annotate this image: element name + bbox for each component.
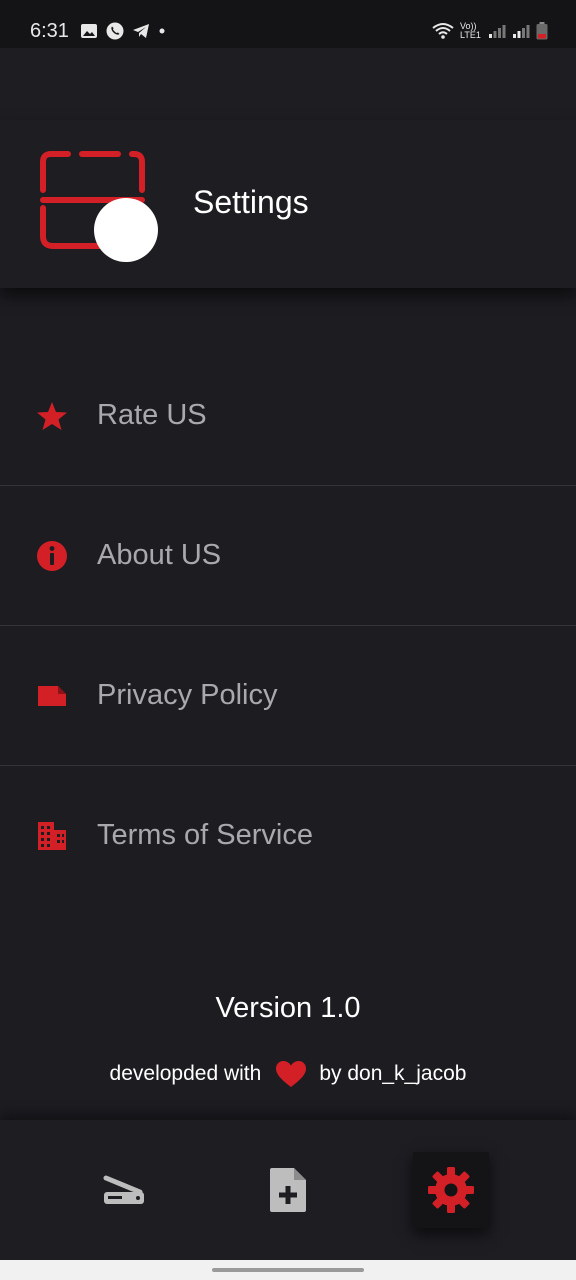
telegram-icon xyxy=(133,24,149,38)
scanner-icon xyxy=(103,1175,144,1204)
menu-item-privacy-policy[interactable]: Privacy Policy xyxy=(0,626,576,766)
credit-suffix: by don_k_jacob xyxy=(319,1062,467,1085)
bottom-navigation xyxy=(0,1120,576,1260)
gallery-icon xyxy=(81,24,97,38)
status-time: 6:31 xyxy=(30,20,69,42)
nav-add-document-button[interactable] xyxy=(250,1152,326,1228)
page-title: Settings xyxy=(193,184,309,220)
nav-scanner-button[interactable] xyxy=(86,1152,162,1228)
info-icon xyxy=(37,541,67,571)
app-top-band xyxy=(0,48,576,120)
app-version: Version 1.0 xyxy=(215,992,361,1024)
notification-icons xyxy=(80,22,166,40)
scanner-logo-icon xyxy=(40,151,158,262)
settings-icon xyxy=(428,1167,474,1213)
menu-item-about-us[interactable]: About US xyxy=(0,486,576,626)
menu-item-label: Rate US xyxy=(97,399,207,431)
developer-credit: developded with by don_k_jacob xyxy=(0,1060,576,1088)
home-indicator[interactable] xyxy=(212,1268,364,1272)
menu-item-rate-us[interactable]: Rate US xyxy=(0,346,576,486)
tag-icon xyxy=(38,686,66,706)
building-icon xyxy=(38,822,66,850)
nav-settings-button[interactable] xyxy=(413,1152,489,1228)
system-navigation-bar xyxy=(0,1260,576,1280)
settings-menu: Rate US About US Privacy Policy Terms of… xyxy=(0,346,576,906)
signal-icon-2 xyxy=(513,25,530,38)
signal-icon xyxy=(489,25,506,38)
dot-icon xyxy=(159,28,165,34)
menu-item-terms-of-service[interactable]: Terms of Service xyxy=(0,766,576,906)
network-label: Vo)) LTE1 xyxy=(460,21,481,40)
menu-item-label: Terms of Service xyxy=(97,819,313,851)
phone-call-icon xyxy=(106,22,124,40)
system-icons: Vo)) LTE1 xyxy=(432,22,548,40)
menu-item-label: About US xyxy=(97,539,222,571)
battery-icon xyxy=(536,22,548,40)
credit-prefix: developded with xyxy=(109,1062,262,1085)
wifi-icon xyxy=(432,23,454,39)
heart-icon xyxy=(276,1061,307,1087)
settings-header: Settings xyxy=(0,120,576,288)
add-document-icon xyxy=(270,1168,306,1212)
menu-item-label: Privacy Policy xyxy=(97,679,278,711)
star-icon xyxy=(37,402,67,430)
